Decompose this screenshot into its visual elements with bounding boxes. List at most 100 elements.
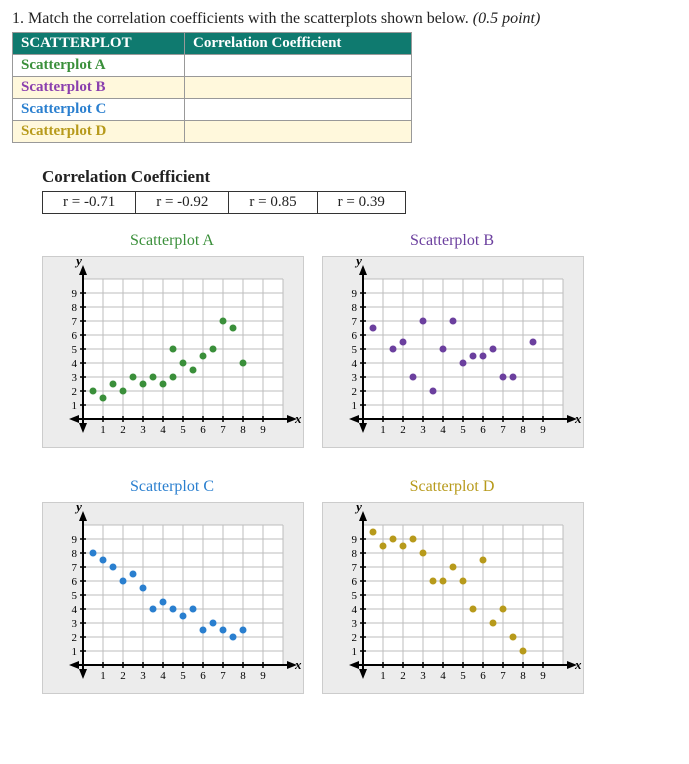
svg-text:x: x [294, 411, 302, 426]
svg-text:4: 4 [160, 670, 166, 682]
match-header-scatterplot: SCATTERPLOT [13, 33, 185, 55]
question-prompt: 1. Match the correlation coefficients wi… [12, 10, 677, 28]
svg-text:9: 9 [260, 670, 266, 682]
svg-text:5: 5 [352, 590, 358, 602]
row-value-input[interactable] [185, 77, 412, 99]
svg-text:6: 6 [200, 424, 206, 436]
svg-text:7: 7 [352, 316, 358, 328]
svg-text:x: x [574, 411, 582, 426]
svg-text:2: 2 [72, 386, 78, 398]
svg-text:1: 1 [380, 424, 386, 436]
svg-text:9: 9 [540, 424, 546, 436]
question-points: (0.5 point) [473, 10, 541, 27]
plot-title: Scatterplot D [322, 478, 582, 496]
svg-text:y: y [354, 256, 362, 268]
coeff-option: r = -0.71 [43, 192, 136, 214]
row-label: Scatterplot B [13, 77, 185, 99]
svg-text:9: 9 [352, 534, 358, 546]
svg-text:x: x [294, 657, 302, 672]
scatterplot-grid: Scatterplot A 1 1 2 2 3 3 4 4 5 5 6 6 7 7 8 8 9 9 x y Scatt… [42, 232, 677, 694]
svg-text:9: 9 [352, 288, 358, 300]
match-table: SCATTERPLOT Correlation Coefficient Scat… [12, 32, 412, 143]
svg-text:4: 4 [352, 358, 358, 370]
svg-text:1: 1 [100, 670, 106, 682]
row-label: Scatterplot A [13, 55, 185, 77]
svg-text:7: 7 [72, 316, 78, 328]
svg-text:6: 6 [200, 670, 206, 682]
row-label: Scatterplot D [13, 121, 185, 143]
svg-text:5: 5 [180, 424, 186, 436]
svg-text:5: 5 [460, 670, 466, 682]
svg-text:7: 7 [72, 562, 78, 574]
table-row: Scatterplot D [13, 121, 412, 143]
svg-text:7: 7 [500, 670, 506, 682]
svg-text:8: 8 [240, 670, 246, 682]
row-value-input[interactable] [185, 121, 412, 143]
svg-text:7: 7 [220, 670, 226, 682]
svg-text:8: 8 [352, 302, 358, 314]
row-value-input[interactable] [185, 99, 412, 121]
svg-text:7: 7 [220, 424, 226, 436]
svg-text:5: 5 [460, 424, 466, 436]
plot-title: Scatterplot A [42, 232, 302, 250]
svg-text:2: 2 [400, 424, 406, 436]
svg-text:9: 9 [72, 288, 78, 300]
svg-text:6: 6 [352, 330, 358, 342]
svg-text:2: 2 [120, 424, 126, 436]
scatterplot-b: 112233445566778899xy [322, 256, 584, 448]
svg-text:3: 3 [140, 670, 146, 682]
svg-text:8: 8 [72, 548, 78, 560]
table-row: Scatterplot B [13, 77, 412, 99]
svg-text:2: 2 [400, 670, 406, 682]
svg-text:8: 8 [72, 302, 78, 314]
scatterplot-cell: Scatterplot B 112233445566778899xy [322, 232, 582, 448]
svg-text:8: 8 [520, 670, 526, 682]
table-row: Scatterplot A [13, 55, 412, 77]
svg-text:3: 3 [72, 372, 78, 384]
row-value-input[interactable] [185, 55, 412, 77]
svg-text:1: 1 [100, 424, 106, 436]
scatterplot-a: 112233445566778899xy [42, 256, 304, 448]
question-number: 1. [12, 10, 24, 27]
svg-text:6: 6 [72, 330, 78, 342]
svg-text:1: 1 [352, 400, 358, 412]
svg-text:1: 1 [72, 646, 78, 658]
match-header-coefficient: Correlation Coefficient [185, 33, 412, 55]
scatterplot-d: 112233445566778899xy [322, 502, 584, 694]
svg-text:6: 6 [352, 576, 358, 588]
scatterplot-cell: Scatterplot A 112233445566778899xy [42, 232, 302, 448]
svg-text:5: 5 [72, 590, 78, 602]
svg-text:5: 5 [72, 344, 78, 356]
svg-text:1: 1 [380, 670, 386, 682]
svg-text:y: y [354, 502, 362, 514]
svg-text:3: 3 [352, 618, 358, 630]
svg-text:4: 4 [72, 358, 78, 370]
svg-text:6: 6 [72, 576, 78, 588]
svg-text:4: 4 [72, 604, 78, 616]
svg-text:2: 2 [352, 386, 358, 398]
coeff-option: r = -0.92 [136, 192, 229, 214]
coeff-heading: Correlation Coefficient [42, 167, 677, 187]
svg-text:y: y [74, 502, 82, 514]
svg-text:3: 3 [420, 670, 426, 682]
svg-text:4: 4 [440, 670, 446, 682]
svg-text:6: 6 [480, 424, 486, 436]
svg-text:3: 3 [72, 618, 78, 630]
svg-text:8: 8 [352, 548, 358, 560]
svg-text:2: 2 [120, 670, 126, 682]
scatterplot-cell: Scatterplot C 112233445566778899xy [42, 478, 302, 694]
svg-text:9: 9 [260, 424, 266, 436]
coeff-option: r = 0.85 [229, 192, 317, 214]
svg-text:4: 4 [160, 424, 166, 436]
coeff-options-table: r = -0.71 r = -0.92 r = 0.85 r = 0.39 [42, 191, 406, 214]
table-row: Scatterplot C [13, 99, 412, 121]
svg-text:x: x [574, 657, 582, 672]
svg-text:4: 4 [352, 604, 358, 616]
plot-title: Scatterplot C [42, 478, 302, 496]
svg-text:4: 4 [440, 424, 446, 436]
row-label: Scatterplot C [13, 99, 185, 121]
svg-text:3: 3 [140, 424, 146, 436]
scatterplot-c: 112233445566778899xy [42, 502, 304, 694]
svg-text:7: 7 [352, 562, 358, 574]
question-text: Match the correlation coefficients with … [28, 10, 469, 27]
